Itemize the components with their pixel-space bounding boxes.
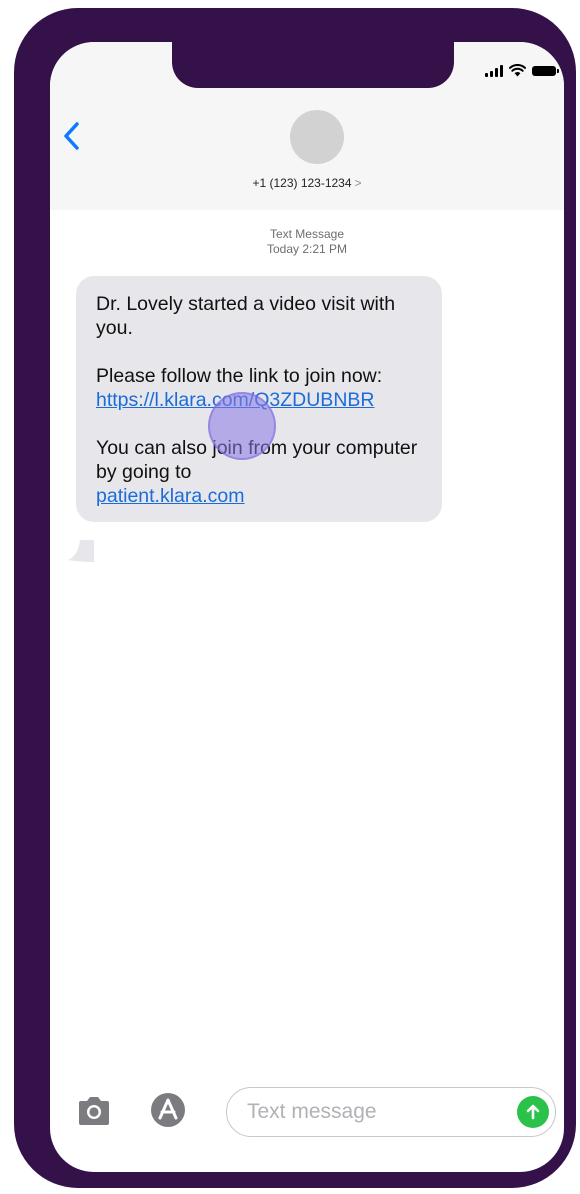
app-store-icon[interactable]: [150, 1092, 186, 1128]
contact-avatar[interactable]: [290, 110, 344, 164]
message-timestamp: Today 2:21 PM: [266, 242, 348, 256]
arrow-up-icon: [526, 1104, 540, 1120]
phone-frame: +1 (123) 123-1234 > Text Message Today 2:…: [14, 8, 576, 1188]
status-bar: [485, 64, 559, 77]
message-line-1: Dr. Lovely started a video visit with yo…: [96, 293, 396, 339]
signal-icon: [485, 64, 503, 77]
conversation-header: +1 (123) 123-1234 >: [50, 42, 564, 210]
bubble-tail: [68, 540, 94, 562]
send-button[interactable]: [517, 1096, 549, 1128]
contact-number: +1 (123) 123-1234: [252, 176, 352, 190]
tap-indicator: [208, 392, 276, 460]
patient-portal-link[interactable]: patient.klara.com: [96, 485, 245, 507]
message-line-2: Please follow the link to join now:: [96, 365, 383, 387]
message-meta: Text Message Today 2:21 PM: [50, 227, 564, 257]
message-input-field[interactable]: [226, 1087, 556, 1137]
contact-name-button[interactable]: +1 (123) 123-1234 >: [50, 176, 564, 190]
compose-bar: [50, 1072, 564, 1152]
wifi-icon: [509, 64, 526, 77]
camera-icon[interactable]: [76, 1094, 112, 1128]
phone-notch: [172, 42, 454, 88]
chevron-right-icon: >: [354, 176, 362, 190]
battery-icon: [532, 65, 559, 76]
message-input[interactable]: [245, 1099, 489, 1125]
chevron-left-icon[interactable]: [60, 118, 84, 154]
phone-screen: +1 (123) 123-1234 > Text Message Today 2:…: [50, 42, 564, 1172]
message-type-label: Text Message: [269, 227, 345, 241]
